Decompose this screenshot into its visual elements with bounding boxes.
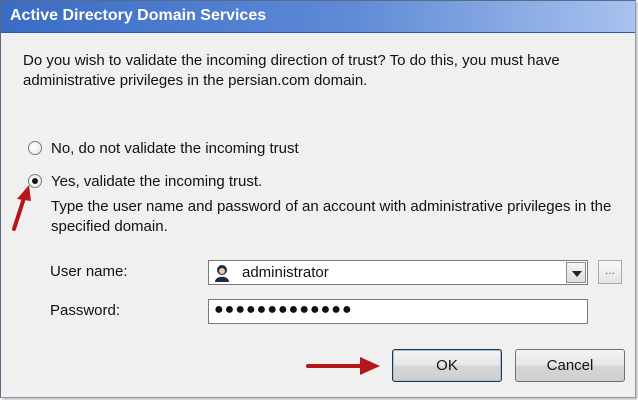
password-value: ●●●●●●●●●●●●●	[214, 301, 353, 318]
cancel-button[interactable]: Cancel	[515, 349, 625, 382]
title-bar[interactable]: Active Directory Domain Services	[1, 1, 635, 33]
username-value: administrator	[242, 264, 329, 281]
chevron-down-icon	[572, 271, 582, 277]
window-title: Active Directory Domain Services	[10, 7, 267, 24]
radio-selected-dot	[32, 178, 38, 184]
radio-button[interactable]	[28, 141, 42, 155]
prompt-text: Do you wish to validate the incoming dir…	[23, 52, 560, 89]
annotation-arrow-radio	[12, 185, 31, 231]
credentials-note: Type the user name and password of an ac…	[51, 198, 612, 235]
password-label: Password:	[50, 302, 121, 319]
radio-label: Yes, validate the incoming trust.	[51, 173, 263, 190]
dropdown-button[interactable]	[566, 262, 586, 283]
user-icon	[215, 265, 229, 282]
dialog-content: Do you wish to validate the incoming dir…	[1, 33, 635, 397]
radio-no-validate[interactable]: No, do not validate the incoming trust	[23, 140, 343, 158]
radio-validate[interactable]: Yes, validate the incoming trust.	[23, 173, 313, 191]
dialog-window: Active Directory Domain Services Do you …	[0, 0, 636, 398]
username-combobox[interactable]: administrator	[208, 260, 588, 285]
browse-button[interactable]: ...	[598, 260, 622, 284]
username-label: User name:	[50, 263, 128, 280]
password-field[interactable]: ●●●●●●●●●●●●●	[208, 299, 588, 324]
radio-label: No, do not validate the incoming trust	[51, 140, 299, 157]
annotation-arrow-ok	[306, 357, 380, 375]
ok-button[interactable]: OK	[392, 349, 502, 382]
